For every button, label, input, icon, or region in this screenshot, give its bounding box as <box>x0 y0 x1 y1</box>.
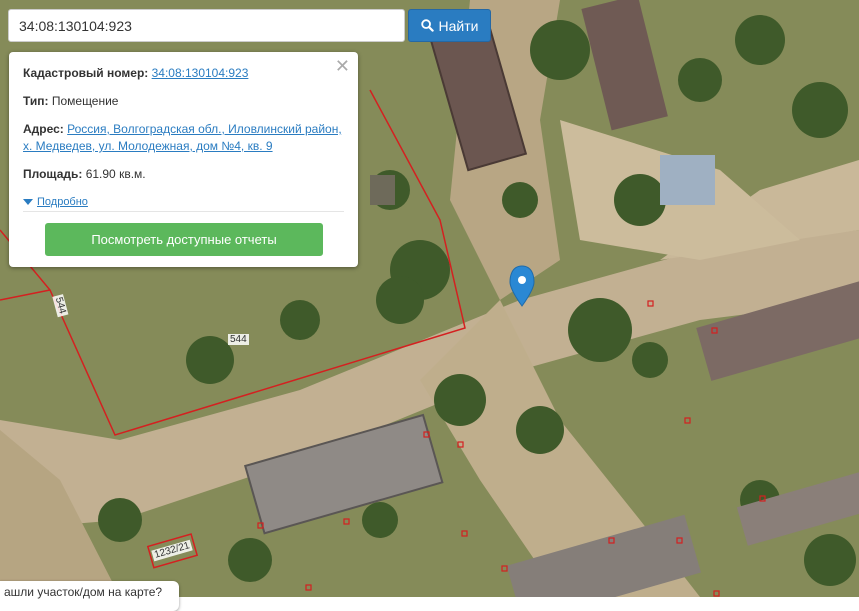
cadastral-label: Кадастровый номер: <box>23 66 149 80</box>
close-icon[interactable]: ✕ <box>335 57 350 75</box>
view-reports-button[interactable]: Посмотреть доступные отчеты <box>45 223 323 256</box>
details-toggle[interactable]: Подробно <box>23 196 88 208</box>
area-row: Площадь: 61.90 кв.м. <box>23 166 344 183</box>
parcel-info-popup: ✕ Кадастровый номер: 34:08:130104:923 Ти… <box>9 52 358 267</box>
parcel-label: 544 <box>228 334 249 345</box>
type-value: Помещение <box>51 94 119 108</box>
search-button-label: Найти <box>438 17 479 34</box>
search-icon <box>420 19 434 32</box>
area-value: 61.90 кв.м. <box>85 167 146 181</box>
details-toggle-label: Подробно <box>37 196 88 208</box>
cadastral-search-input[interactable] <box>8 9 405 42</box>
type-label: Тип: <box>23 94 49 108</box>
feedback-bubble[interactable]: ашли участок/дом на карте? <box>0 581 179 611</box>
popup-divider <box>23 211 344 212</box>
area-label: Площадь: <box>23 167 83 181</box>
address-label: Адрес: <box>23 122 64 136</box>
cadastral-row: Кадастровый номер: 34:08:130104:923 <box>23 65 344 82</box>
type-row: Тип: Помещение <box>23 93 344 110</box>
search-button[interactable]: Найти <box>408 9 491 42</box>
address-link-line1[interactable]: Россия, Волгоградская обл., Иловлинский … <box>67 122 342 136</box>
cadastral-number-link[interactable]: 34:08:130104:923 <box>152 66 249 80</box>
caret-down-icon <box>23 199 33 205</box>
address-link-line2[interactable]: х. Медведев, ул. Молодежная, дом №4, кв.… <box>23 139 273 153</box>
address-row: Адрес: Россия, Волгоградская обл., Иловл… <box>23 121 344 155</box>
